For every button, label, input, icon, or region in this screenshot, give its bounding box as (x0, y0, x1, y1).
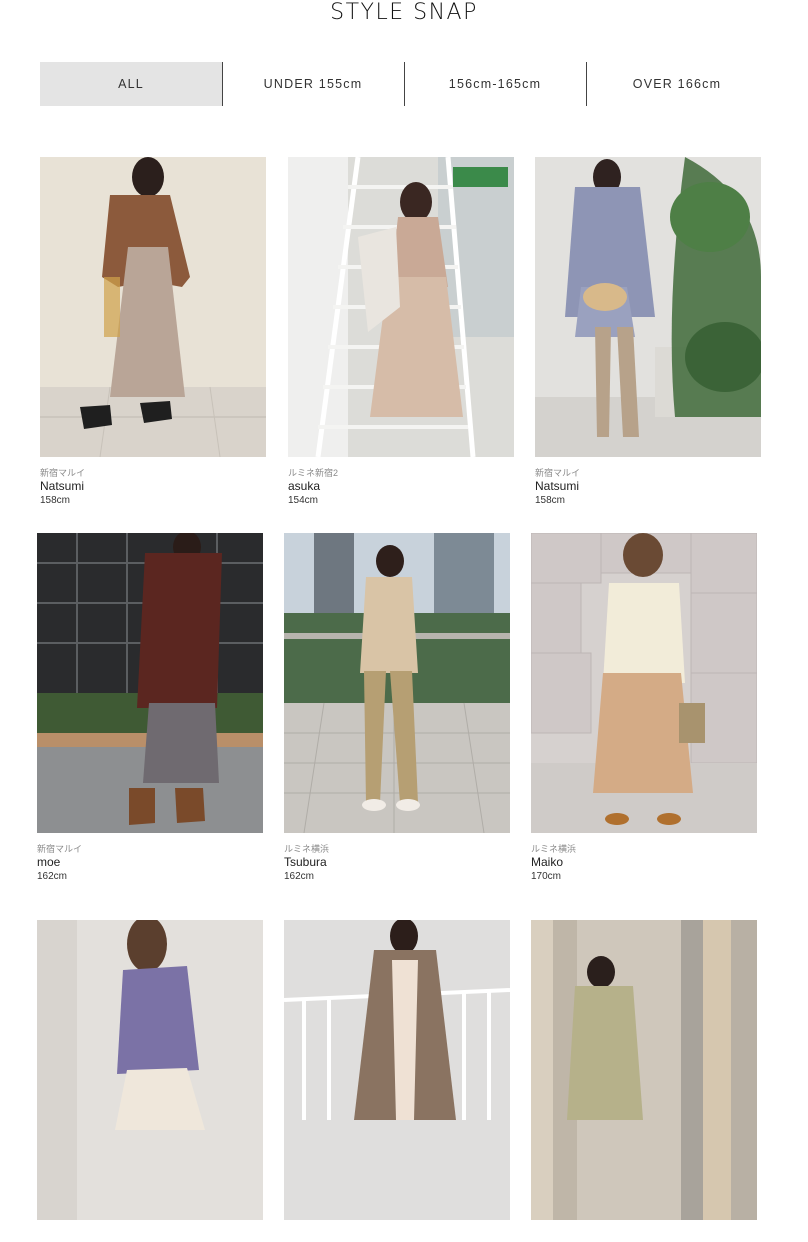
snap-staff-name[interactable]: Natsumi (40, 479, 266, 494)
snap-photo[interactable] (37, 920, 263, 1220)
snap-photo[interactable] (284, 920, 510, 1220)
tab-156-165[interactable]: 156cm-165cm (404, 62, 586, 106)
snap-photo[interactable] (535, 157, 761, 457)
tab-under-155[interactable]: UNDER 155cm (222, 62, 404, 106)
snap-height: 158cm (535, 495, 566, 506)
snap-shop: ルミネ横浜 (284, 844, 330, 854)
snap-staff-name[interactable]: Tsubura (284, 855, 510, 870)
snap-card[interactable] (37, 920, 263, 1242)
snap-card[interactable]: 新宿マルイ Natsumi 158cm (535, 157, 761, 507)
snap-height: 154cm (288, 495, 319, 506)
snap-height: 158cm (40, 495, 71, 506)
snap-photo[interactable] (37, 533, 263, 833)
snap-card[interactable]: 新宿マルイ moe 162cm (37, 533, 263, 883)
snap-photo[interactable] (40, 157, 266, 457)
snap-height: 162cm (37, 871, 68, 882)
tab-all[interactable]: ALL (40, 62, 222, 106)
snap-staff-name[interactable]: Maiko (531, 855, 757, 870)
snap-photo[interactable] (288, 157, 514, 457)
snap-shop: ルミネ新宿2 (288, 468, 339, 478)
snap-card[interactable]: 新宿マルイ Natsumi 158cm (40, 157, 266, 507)
snap-height: 162cm (284, 871, 315, 882)
snap-shop: 新宿マルイ (535, 468, 581, 478)
snap-card[interactable]: ルミネ新宿2 asuka 154cm (288, 157, 514, 507)
snap-shop: ルミネ横浜 (531, 844, 577, 854)
snap-card[interactable]: ルミネ横浜 Tsubura 162cm (284, 533, 510, 883)
snap-shop (531, 1230, 757, 1242)
snap-shop (284, 1230, 510, 1242)
snap-shop (37, 1230, 263, 1242)
snap-staff-name[interactable]: asuka (288, 479, 514, 494)
snap-height: 170cm (531, 871, 562, 882)
height-filter-tabs: ALL UNDER 155cm 156cm-165cm OVER 166cm (40, 62, 768, 106)
snap-staff-name[interactable]: moe (37, 855, 263, 870)
tab-over-166[interactable]: OVER 166cm (586, 62, 768, 106)
snap-staff-name[interactable]: Natsumi (535, 479, 761, 494)
snap-card[interactable] (284, 920, 510, 1242)
snap-card[interactable] (531, 920, 757, 1242)
snap-photo[interactable] (284, 533, 510, 833)
snap-photo[interactable] (531, 533, 757, 833)
snap-shop: 新宿マルイ (37, 844, 83, 854)
page-title: STYLE SNAP (330, 0, 478, 25)
snap-photo[interactable] (531, 920, 757, 1220)
snap-shop: 新宿マルイ (40, 468, 86, 478)
snap-card[interactable]: ルミネ横浜 Maiko 170cm (531, 533, 757, 883)
